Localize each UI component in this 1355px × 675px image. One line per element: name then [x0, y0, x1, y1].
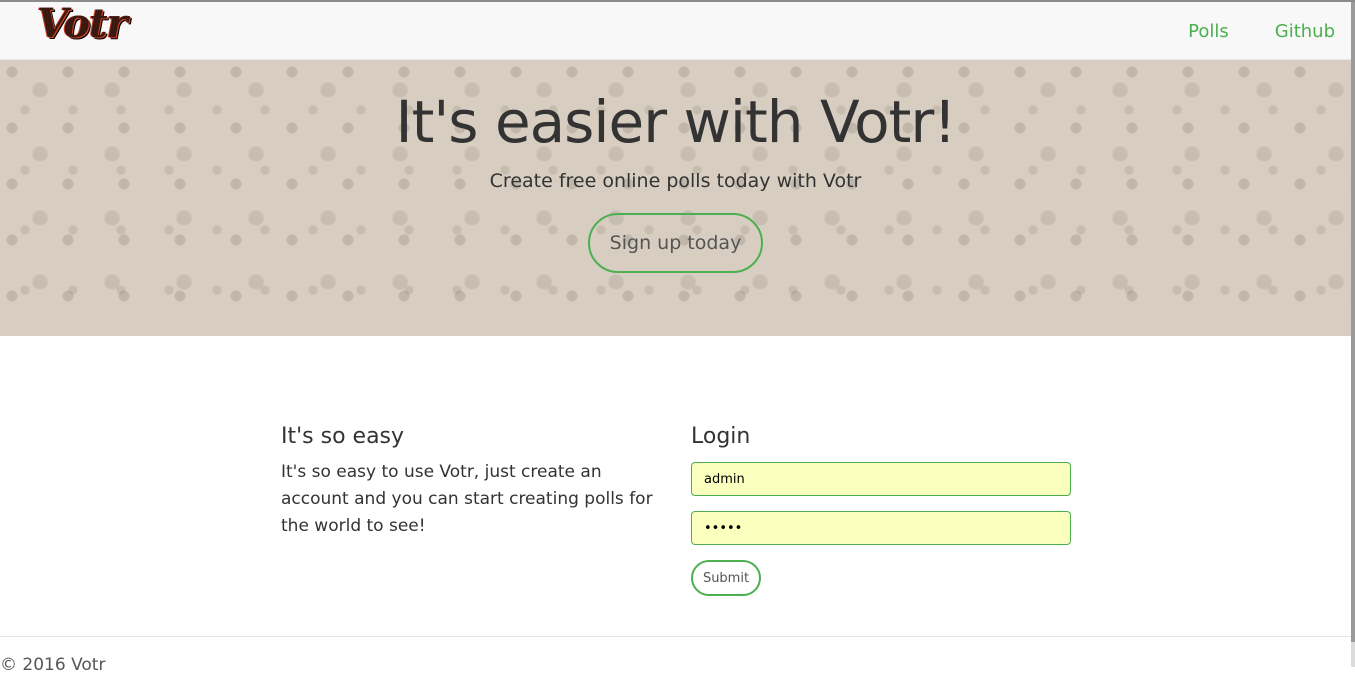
navbar: Votr Polls Github [0, 0, 1351, 60]
username-input[interactable] [691, 462, 1071, 496]
login-heading: Login [691, 424, 751, 449]
hero-title: It's easier with Votr! [395, 88, 957, 156]
footer-divider [0, 636, 1351, 637]
scrollbar-thumb[interactable] [1351, 2, 1355, 642]
nav-links: Polls Github [1188, 2, 1335, 60]
vertical-scrollbar[interactable] [1351, 2, 1355, 667]
brand-logo[interactable]: Votr [37, 0, 128, 48]
hero-banner: It's easier with Votr! Create free onlin… [0, 60, 1351, 336]
info-text: It's so easy to use Votr, just create an… [281, 462, 653, 536]
password-input[interactable] [691, 511, 1071, 545]
submit-button[interactable]: Submit [691, 560, 761, 596]
login-form: Login Submit [691, 424, 1071, 596]
hero-subtitle: Create free online polls today with Votr [489, 170, 862, 192]
info-heading: It's so easy [281, 424, 405, 449]
signup-button[interactable]: Sign up today [588, 213, 763, 273]
info-section: It's so easy It's so easy to use Votr, j… [281, 424, 661, 540]
nav-link-github[interactable]: Github [1275, 21, 1335, 42]
footer-copyright: © 2016 Votr [0, 655, 106, 675]
nav-link-polls[interactable]: Polls [1188, 21, 1229, 42]
